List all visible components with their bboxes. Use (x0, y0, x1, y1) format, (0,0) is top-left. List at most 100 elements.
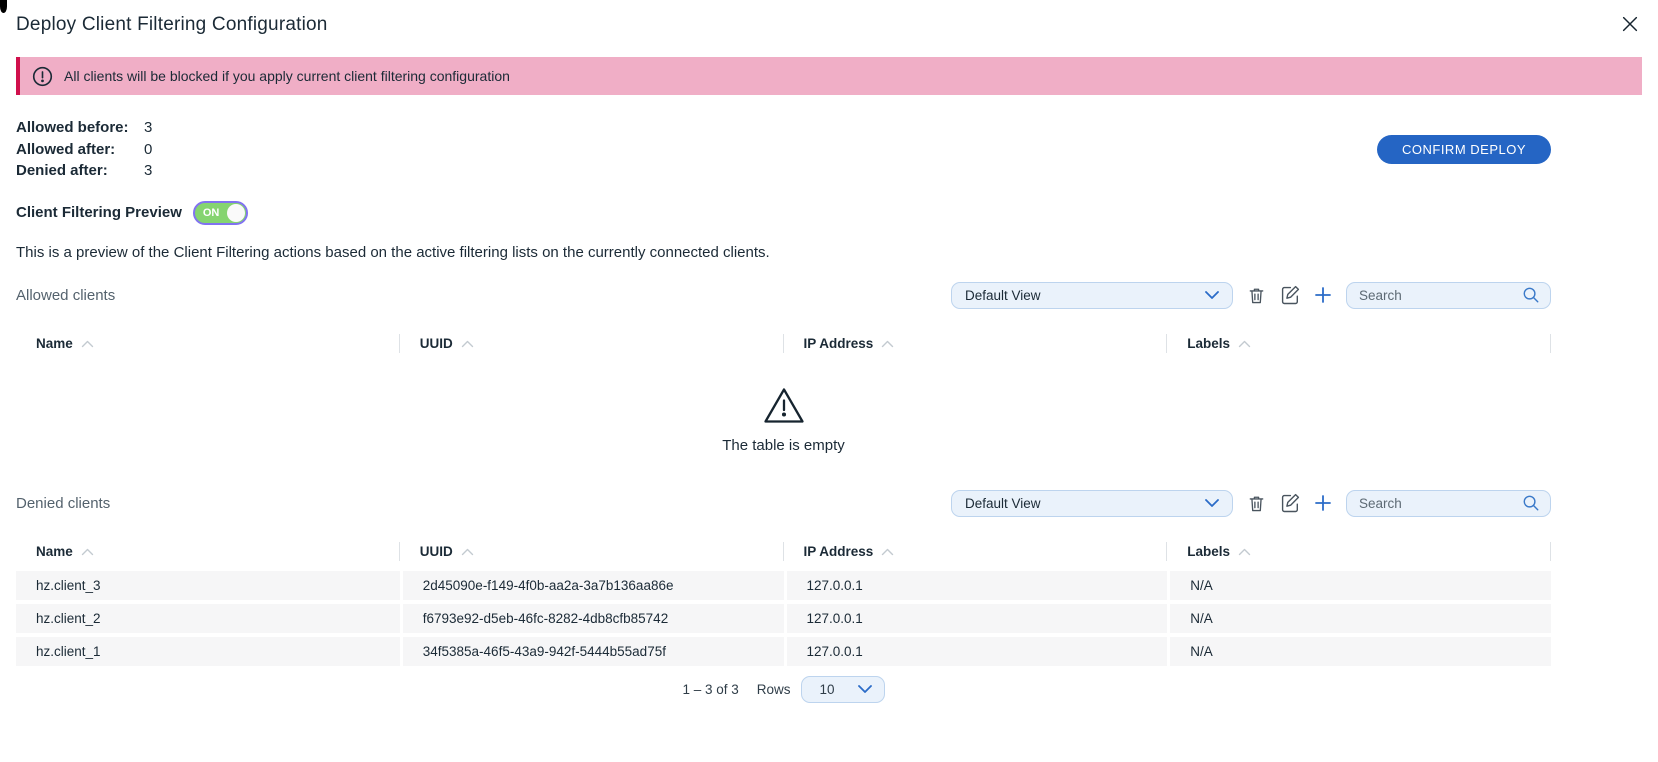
edit-view-button[interactable] (1280, 285, 1300, 305)
preview-row: Client Filtering Preview ON (16, 201, 1551, 225)
cell-ip-address: 127.0.0.1 (784, 571, 1168, 600)
column-label: UUID (420, 544, 453, 559)
chevron-down-icon (1205, 291, 1219, 299)
empty-table-message: The table is empty (16, 437, 1551, 454)
denied-search-input[interactable] (1359, 496, 1522, 511)
column-header-labels[interactable]: Labels (1167, 541, 1551, 563)
screenshot-artifact (0, 0, 7, 13)
alert-circle-icon (32, 66, 53, 87)
toggle-knob (227, 204, 245, 222)
column-header-ip[interactable]: IP Address (784, 541, 1168, 563)
search-icon (1522, 286, 1540, 304)
sort-up-icon (81, 340, 94, 348)
denied-clients-toolbar: Default View (951, 490, 1551, 517)
column-label: Labels (1187, 336, 1230, 351)
stat-label: Allowed before: (16, 117, 144, 139)
toggle-state-label: ON (203, 207, 220, 219)
sort-up-icon (461, 548, 474, 556)
cell-uuid: 2d45090e-f149-4f0b-aa2a-3a7b136aa86e (400, 571, 784, 600)
stat-denied-after: Denied after: 3 (16, 160, 152, 182)
sort-up-icon (81, 548, 94, 556)
column-label: Name (36, 544, 73, 559)
add-view-button[interactable] (1314, 286, 1332, 304)
page-title: Deploy Client Filtering Configuration (16, 14, 328, 36)
chevron-down-icon (858, 685, 872, 693)
table-row: hz.client_1 34f5385a-46f5-43a9-942f-5444… (16, 637, 1551, 666)
column-label: Labels (1187, 544, 1230, 559)
column-header-name[interactable]: Name (16, 333, 400, 355)
column-header-uuid[interactable]: UUID (400, 333, 784, 355)
table-row: hz.client_3 2d45090e-f149-4f0b-aa2a-3a7b… (16, 571, 1551, 600)
delete-view-button[interactable] (1247, 286, 1266, 305)
view-select-value: Default View (965, 496, 1041, 511)
trash-icon (1247, 286, 1266, 305)
allowed-search-box (1346, 282, 1551, 309)
pagination-range: 1 – 3 of 3 (682, 682, 738, 697)
column-label: IP Address (804, 544, 874, 559)
rows-per-page-select[interactable]: 10 (801, 676, 885, 703)
allowed-clients-label: Allowed clients (16, 287, 115, 304)
cell-name: hz.client_2 (16, 604, 400, 633)
column-header-labels[interactable]: Labels (1167, 333, 1551, 355)
warning-banner: All clients will be blocked if you apply… (16, 57, 1642, 95)
denied-clients-section-bar: Denied clients Default View (16, 490, 1551, 517)
stat-allowed-after: Allowed after: 0 (16, 139, 152, 161)
rows-per-page-label: Rows (757, 682, 791, 697)
stats-block: Allowed before: 3 Allowed after: 0 Denie… (16, 117, 152, 182)
add-view-button[interactable] (1314, 494, 1332, 512)
stat-label: Allowed after: (16, 139, 144, 161)
client-filtering-preview-label: Client Filtering Preview (16, 204, 182, 221)
cell-name: hz.client_1 (16, 637, 400, 666)
cell-ip-address: 127.0.0.1 (784, 604, 1168, 633)
trash-icon (1247, 494, 1266, 513)
denied-table-header: Name UUID IP Address Labels (16, 541, 1551, 563)
edit-view-button[interactable] (1280, 493, 1300, 513)
sort-up-icon (881, 548, 894, 556)
denied-view-select[interactable]: Default View (951, 490, 1233, 517)
stat-value: 3 (144, 117, 152, 139)
delete-view-button[interactable] (1247, 494, 1266, 513)
edit-icon (1280, 285, 1300, 305)
cell-ip-address: 127.0.0.1 (784, 637, 1168, 666)
column-label: IP Address (804, 336, 874, 351)
stat-allowed-before: Allowed before: 3 (16, 117, 152, 139)
column-header-uuid[interactable]: UUID (400, 541, 784, 563)
table-row: hz.client_2 f6793e92-d5eb-46fc-8282-4db8… (16, 604, 1551, 633)
column-label: UUID (420, 336, 453, 351)
view-select-value: Default View (965, 288, 1041, 303)
allowed-clients-section-bar: Allowed clients Default View (16, 282, 1551, 309)
cell-labels: N/A (1167, 637, 1551, 666)
stat-value: 0 (144, 139, 152, 161)
column-header-name[interactable]: Name (16, 541, 400, 563)
preview-description: This is a preview of the Client Filterin… (16, 244, 1551, 261)
column-header-ip[interactable]: IP Address (784, 333, 1168, 355)
client-filtering-preview-toggle[interactable]: ON (193, 201, 248, 225)
denied-table-body: hz.client_3 2d45090e-f149-4f0b-aa2a-3a7b… (16, 571, 1551, 666)
sort-up-icon (461, 340, 474, 348)
stat-label: Denied after: (16, 160, 144, 182)
close-button[interactable] (1618, 12, 1642, 36)
denied-search-box (1346, 490, 1551, 517)
confirm-deploy-button[interactable]: CONFIRM DEPLOY (1377, 135, 1551, 164)
allowed-view-select[interactable]: Default View (951, 282, 1233, 309)
allowed-search-input[interactable] (1359, 288, 1522, 303)
cell-uuid: 34f5385a-46f5-43a9-942f-5444b55ad75f (400, 637, 784, 666)
stats-row: Allowed before: 3 Allowed after: 0 Denie… (16, 117, 1551, 182)
edit-icon (1280, 493, 1300, 513)
stat-value: 3 (144, 160, 152, 182)
allowed-empty-state: The table is empty (16, 385, 1551, 454)
column-label: Name (36, 336, 73, 351)
pagination: 1 – 3 of 3 Rows 10 (16, 676, 1551, 703)
plus-icon (1314, 286, 1332, 304)
chevron-down-icon (1205, 499, 1219, 507)
cell-uuid: f6793e92-d5eb-46fc-8282-4db8cfb85742 (400, 604, 784, 633)
warning-banner-text: All clients will be blocked if you apply… (64, 68, 510, 84)
warning-triangle-icon (16, 385, 1551, 425)
dialog-header: Deploy Client Filtering Configuration (0, 0, 1658, 36)
plus-icon (1314, 494, 1332, 512)
cell-labels: N/A (1167, 571, 1551, 600)
rows-per-page-value: 10 (820, 682, 835, 697)
cell-labels: N/A (1167, 604, 1551, 633)
close-icon (1620, 14, 1640, 34)
search-icon (1522, 494, 1540, 512)
